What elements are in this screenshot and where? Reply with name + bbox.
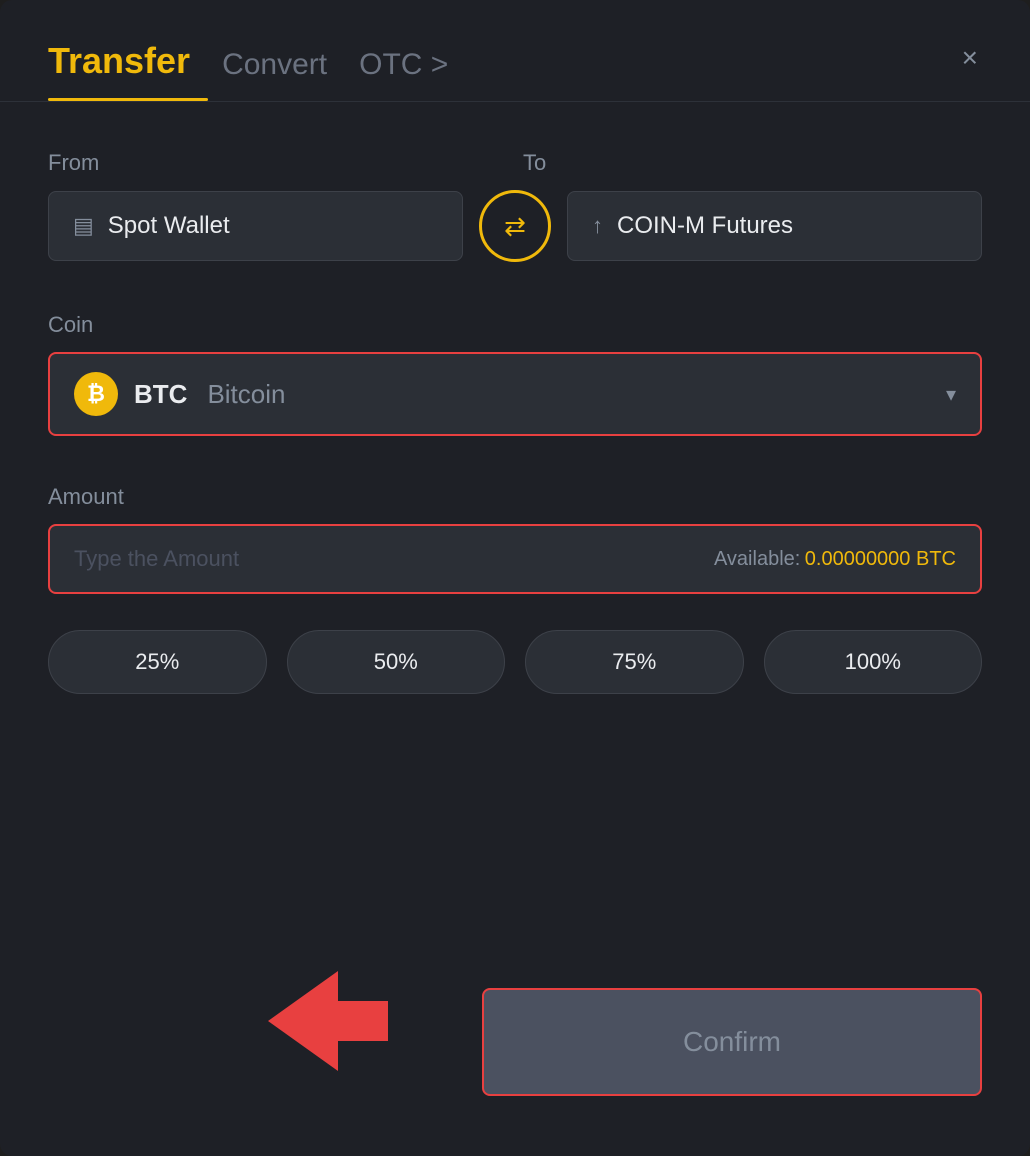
available-info: Available: 0.00000000 BTC [714, 548, 956, 571]
coin-chevron-down-icon: ▾ [946, 382, 956, 407]
to-wallet-selector[interactable]: ↑ COIN-M Futures [567, 191, 982, 261]
wallet-card-icon: ▤ [73, 213, 94, 239]
from-to-section: From To ▤ Spot Wallet ⇄ ↑ COIN-M Futures [48, 150, 982, 262]
futures-arrow-icon: ↑ [592, 213, 603, 239]
coin-name: Bitcoin [207, 379, 285, 410]
coin-label: Coin [48, 312, 982, 338]
swap-icon: ⇄ [504, 211, 526, 242]
amount-input-box[interactable]: Type the Amount Available: 0.00000000 BT… [48, 524, 982, 594]
from-to-row: ▤ Spot Wallet ⇄ ↑ COIN-M Futures [48, 190, 982, 262]
percent-buttons-row: 25% 50% 75% 100% [48, 630, 982, 694]
swap-button[interactable]: ⇄ [479, 190, 551, 262]
from-wallet-selector[interactable]: ▤ Spot Wallet [48, 191, 463, 261]
from-wallet-label: Spot Wallet [108, 212, 230, 240]
arrow-indicator [268, 971, 388, 1076]
to-label: To [507, 150, 982, 176]
available-label: Available: [714, 548, 800, 570]
coin-section: Coin ₿ BTC Bitcoin ▾ [48, 312, 982, 436]
coin-symbol: BTC [134, 379, 187, 410]
to-wallet-label: COIN-M Futures [617, 212, 793, 240]
percent-25-button[interactable]: 25% [48, 630, 267, 694]
from-to-labels: From To [48, 150, 982, 176]
confirm-button[interactable]: Confirm [482, 988, 982, 1096]
transfer-modal: Transfer Convert OTC > × From To ▤ Spot … [0, 0, 1030, 1156]
available-value: 0.00000000 BTC [805, 548, 956, 570]
bottom-section: Confirm [48, 928, 982, 1096]
from-label: From [48, 150, 507, 176]
coin-selector[interactable]: ₿ BTC Bitcoin ▾ [48, 352, 982, 436]
tab-otc[interactable]: OTC > [359, 48, 448, 94]
header-divider [0, 101, 1030, 102]
percent-75-button[interactable]: 75% [525, 630, 744, 694]
close-button[interactable]: × [958, 40, 982, 76]
modal-header: Transfer Convert OTC > × [48, 40, 982, 94]
tab-convert[interactable]: Convert [222, 48, 327, 94]
tab-transfer[interactable]: Transfer [48, 40, 190, 94]
amount-label: Amount [48, 484, 982, 510]
percent-50-button[interactable]: 50% [287, 630, 506, 694]
header-tabs: Transfer Convert OTC > [48, 40, 982, 94]
amount-section: Amount Type the Amount Available: 0.0000… [48, 484, 982, 594]
btc-icon: ₿ [74, 372, 118, 416]
btc-symbol: ₿ [87, 381, 105, 407]
percent-100-button[interactable]: 100% [764, 630, 983, 694]
amount-placeholder: Type the Amount [74, 546, 239, 572]
